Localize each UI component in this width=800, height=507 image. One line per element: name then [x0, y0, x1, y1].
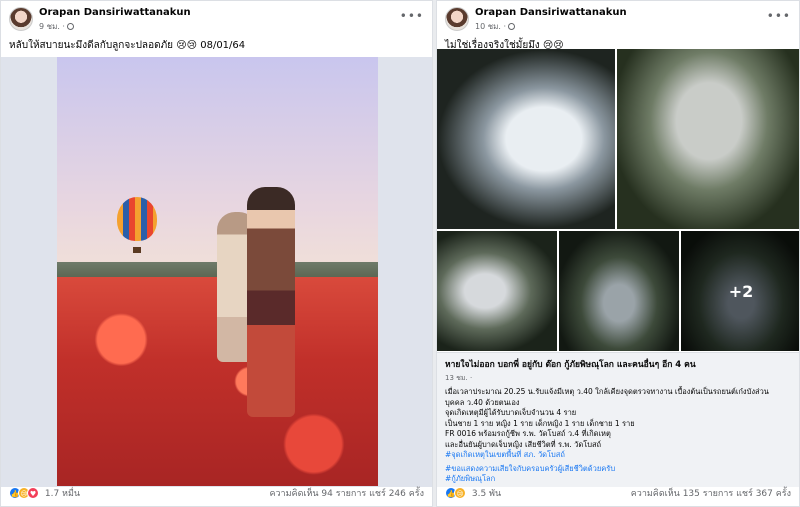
- post-footer: 👍😢 ♥ 1.7 หมื่น ความคิดเห็น 94 รายการ แชร์…: [9, 484, 424, 502]
- shared-post-line: และอื่นยันผู้บาดเจ็บหญิง เสียชีวิตที่ ร.…: [445, 439, 602, 449]
- photo-rescue-3[interactable]: +2: [681, 231, 799, 351]
- post-header: Orapan Dansiriwattanakun 10 ชม. · •••: [445, 7, 791, 33]
- reaction-count[interactable]: 3.5 พัน: [472, 489, 501, 499]
- comment-share-stats[interactable]: ความคิดเห็น 135 รายการ แชร์ 367 ครั้ง: [631, 486, 791, 500]
- post-caption: หลับให้สบายนะมึงดีลกับลูกจะปลอดภัย 😢😢 08…: [9, 40, 246, 51]
- globe-icon: [508, 23, 516, 30]
- shared-post-line: FR 0016 พร้อมรถกู้ชีพ ร.พ. วัดโบสถ์ ว.4 …: [445, 429, 611, 438]
- shared-post-line: บุคคล ว.40 ด้วยตนเอง: [445, 397, 520, 407]
- more-options-icon[interactable]: •••: [400, 9, 424, 23]
- shared-post-card[interactable]: หายใจไม่ออก บอกพี่ อยู่กับ ต๊อก กู้ภัยพิ…: [437, 352, 799, 487]
- shared-post-title[interactable]: หายใจไม่ออก บอกพี่ อยู่กับ ต๊อก กู้ภัยพิ…: [445, 357, 791, 371]
- hashtag-link[interactable]: #จุดเกิดเหตุในเขตพื้นที่ สภ. วัดโบสถ์: [445, 450, 791, 461]
- hashtag-link[interactable]: #ขอแสดงความเสียใจกับครอบครัวผู้เสียชีวิต…: [445, 464, 791, 475]
- photo-car-wreck[interactable]: [617, 49, 799, 229]
- post-right: Orapan Dansiriwattanakun 10 ชม. · ••• ไม…: [436, 0, 800, 507]
- shared-post-line: เป็นชาย 1 ราย หญิง 1 ราย เด็กหญิง 1 ราย …: [445, 418, 635, 428]
- globe-icon: [66, 23, 74, 30]
- post-footer: 👍😢 3.5 พัน ความคิดเห็น 135 รายการ แชร์ 3…: [445, 484, 791, 502]
- avatar[interactable]: [9, 7, 33, 31]
- shared-post-line: เมื่อเวลาประมาณ 20.25 น.รับแจ้งมีเหตุ ว.…: [445, 387, 769, 396]
- photo-rescue-2[interactable]: [559, 231, 679, 351]
- avatar[interactable]: [445, 7, 469, 31]
- shared-post-time: 13 ชม. ·: [445, 374, 473, 382]
- balloon-basket: [133, 247, 141, 253]
- reaction-count[interactable]: 1.7 หมื่น: [45, 489, 80, 499]
- family-figures: [217, 187, 297, 422]
- post-time[interactable]: 9 ชม. ·: [39, 20, 74, 33]
- photo-crashed-car[interactable]: [437, 49, 615, 229]
- reactions-summary[interactable]: 👍😢 ♥ 1.7 หมื่น: [9, 486, 80, 500]
- post-photo[interactable]: [57, 57, 378, 486]
- hot-air-balloon: [117, 197, 157, 241]
- more-photos-overlay[interactable]: +2: [681, 231, 799, 351]
- sad-reaction-icon: 😢: [454, 487, 466, 499]
- post-time-text[interactable]: 10 ชม. ·: [475, 22, 506, 31]
- love-reaction-icon: ♥: [27, 487, 39, 499]
- shared-post-line: จุดเกิดเหตุมีผู้ได้รับบาดเจ็บจำนวน 4 ราย: [445, 408, 577, 417]
- photo-rescue-1[interactable]: [437, 231, 557, 351]
- hashtag-link[interactable]: #กู้ภัยพิษณุโลก: [445, 474, 791, 485]
- more-options-icon[interactable]: •••: [767, 9, 791, 23]
- author-name[interactable]: Orapan Dansiriwattanakun: [475, 7, 627, 18]
- post-time-text[interactable]: 9 ชม. ·: [39, 22, 65, 31]
- author-name[interactable]: Orapan Dansiriwattanakun: [39, 7, 191, 18]
- reactions-summary[interactable]: 👍😢 3.5 พัน: [445, 486, 501, 500]
- post-header: Orapan Dansiriwattanakun 9 ชม. · •••: [9, 7, 424, 33]
- figure-father: [247, 187, 295, 417]
- post-left: Orapan Dansiriwattanakun 9 ชม. · ••• หลั…: [0, 0, 433, 507]
- post-time[interactable]: 10 ชม. ·: [475, 20, 516, 33]
- comment-share-stats[interactable]: ความคิดเห็น 94 รายการ แชร์ 246 ครั้ง: [269, 486, 424, 500]
